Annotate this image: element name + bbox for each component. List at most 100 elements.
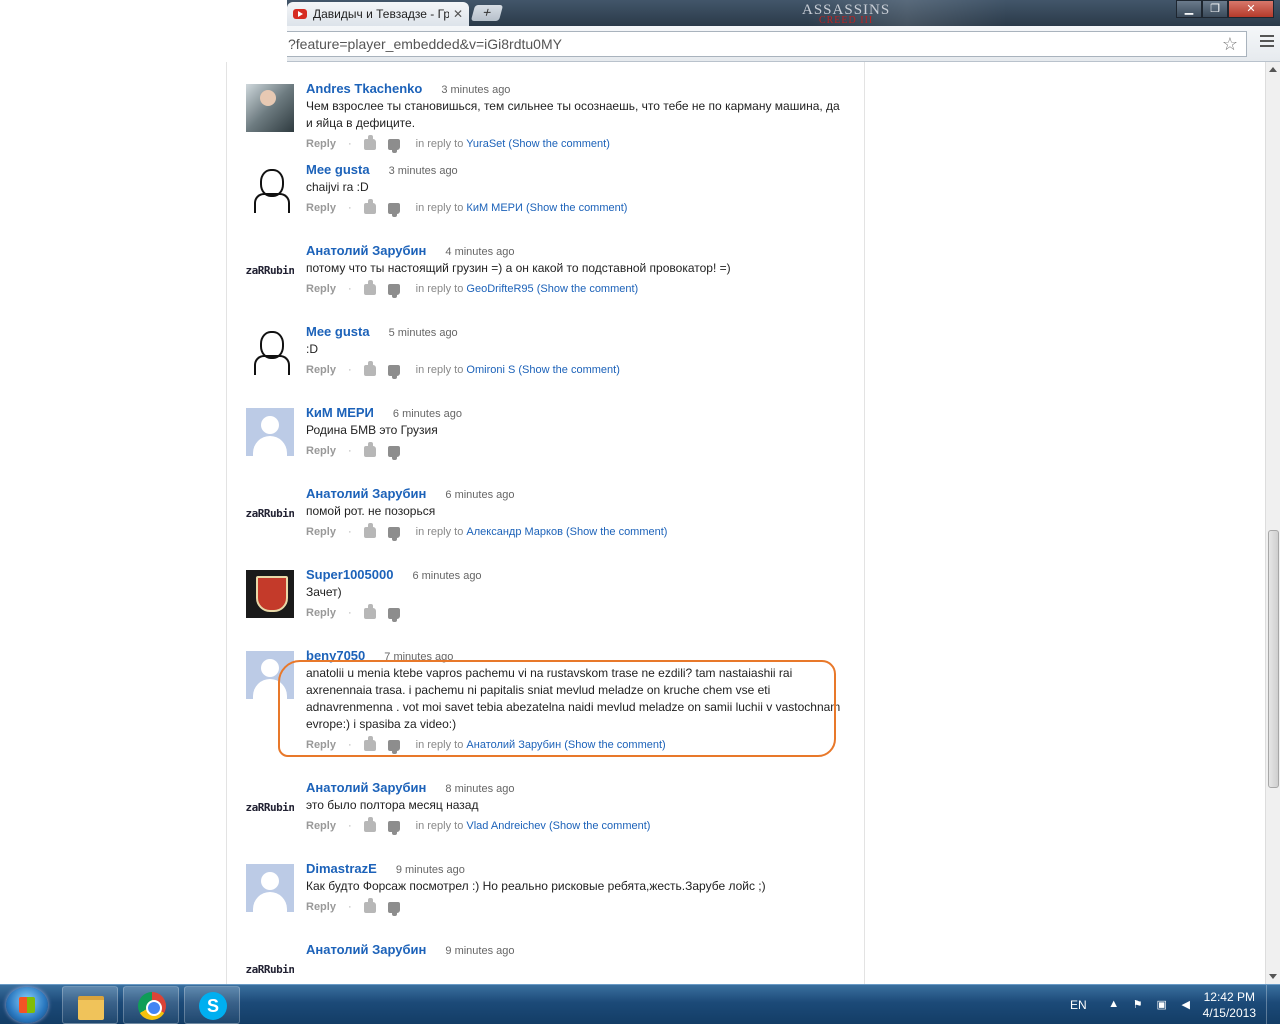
network-icon[interactable]: ▣ (1155, 998, 1169, 1012)
separator-dot: · (347, 526, 352, 538)
thumbs-up-icon[interactable] (363, 360, 376, 376)
thumbs-up-icon[interactable] (363, 134, 376, 150)
comment-author[interactable]: DimastrazE (306, 861, 377, 876)
reply-button[interactable]: Reply (306, 607, 336, 619)
comment-text: помой рот. не позорься (306, 504, 436, 518)
show-comment-link[interactable]: (Show the comment) (549, 820, 650, 832)
comment-author[interactable]: Mee gusta (306, 162, 370, 177)
avatar[interactable]: zaRRubin (246, 246, 294, 294)
avatar[interactable]: zaRRubin (246, 783, 294, 831)
separator-dot: · (347, 820, 352, 832)
address-bar[interactable]: ?feature=player_embedded&v=iGi8rdtu0MY ☆ (287, 31, 1247, 57)
thumbs-down-icon[interactable] (387, 526, 400, 541)
thumbs-up-icon[interactable] (363, 441, 376, 457)
comment-author[interactable]: Super1005000 (306, 567, 393, 582)
thumbs-down-icon[interactable] (387, 820, 400, 835)
close-window-button[interactable]: ✕ (1228, 0, 1274, 18)
comment-body: Анатолий Зарубин 4 minutes ago потому что … (306, 243, 846, 298)
new-tab-button[interactable]: + (470, 4, 504, 21)
separator-dot: · (347, 901, 352, 913)
reply-button[interactable]: Reply (306, 901, 336, 913)
volume-icon[interactable]: ◀ (1179, 998, 1193, 1012)
scrollbar-thumb[interactable] (1268, 530, 1279, 788)
scroll-up-arrow-icon[interactable] (1269, 67, 1277, 72)
avatar[interactable] (246, 165, 294, 213)
avatar[interactable] (246, 570, 294, 618)
comment-time: 3 minutes ago (388, 165, 458, 177)
maximize-button[interactable]: ❐ (1202, 0, 1228, 18)
browser-tab[interactable]: Давидыч и Тевзадзе - Гру ✕ (287, 2, 469, 26)
reply-button[interactable]: Reply (306, 202, 336, 214)
thumbs-down-icon[interactable] (387, 445, 400, 460)
avatar[interactable] (246, 84, 294, 132)
comment-author[interactable]: Mee gusta (306, 324, 370, 339)
reply-button[interactable]: Reply (306, 364, 336, 376)
thumbs-down-icon[interactable] (387, 283, 400, 298)
avatar-text: zaRRubin (246, 506, 294, 520)
in-reply-user-link[interactable]: YuraSet (466, 138, 505, 150)
in-reply-prefix: in reply to (415, 364, 464, 376)
avatar[interactable]: zaRRubin (246, 489, 294, 537)
action-center-flag-icon[interactable]: ⚑ (1131, 998, 1145, 1012)
comment: Mee gusta 3 minutes ago chaijvi ra :D Reply… (246, 162, 846, 243)
taskbar-explorer-icon[interactable] (62, 986, 118, 1024)
bookmark-star-icon[interactable]: ☆ (1222, 32, 1238, 56)
separator-dot: · (347, 202, 352, 214)
clock[interactable]: 12:42 PM 4/15/2013 (1203, 989, 1256, 1021)
reply-button[interactable]: Reply (306, 445, 336, 457)
in-reply-user-link[interactable]: GeoDrifteR95 (466, 283, 533, 295)
comment-body: Mee gusta 5 minutes ago:D Reply · in reply t… (306, 324, 846, 379)
thumbs-up-icon[interactable] (363, 816, 376, 832)
show-comment-link[interactable]: (Show the comment) (518, 364, 619, 376)
in-reply-user-link[interactable]: Omironi S (466, 364, 515, 376)
comment-author[interactable]: Анатолий Зарубин (306, 243, 426, 258)
comment-author[interactable]: Анатолий Зарубин (306, 942, 426, 957)
show-comment-link[interactable]: (Show the comment) (566, 526, 667, 538)
thumbs-up-icon[interactable] (363, 603, 376, 619)
in-reply-user-link[interactable]: Александр Марков (466, 526, 563, 538)
thumbs-down-icon[interactable] (387, 138, 400, 153)
thumbs-up-icon[interactable] (363, 897, 376, 913)
thumbs-down-icon[interactable] (387, 364, 400, 379)
taskbar-skype-icon[interactable] (184, 986, 240, 1024)
comment-time: 6 minutes ago (412, 570, 482, 582)
comment-author[interactable]: КиМ МЕРИ (306, 405, 374, 420)
language-indicator[interactable]: EN (1070, 998, 1087, 1012)
scroll-down-arrow-icon[interactable] (1269, 974, 1277, 979)
avatar[interactable] (246, 864, 294, 912)
comment-author[interactable]: Andres Tkachenko (306, 81, 422, 96)
avatar[interactable]: zaRRubin (246, 945, 294, 984)
comment-author[interactable]: Анатолий Зарубин (306, 780, 426, 795)
start-button[interactable] (6, 987, 48, 1023)
avatar-text: zaRRubin (246, 800, 294, 814)
taskbar-chrome-icon[interactable] (123, 986, 179, 1024)
minimize-button[interactable]: ▁ (1176, 0, 1202, 18)
comment-time: 9 minutes ago (445, 945, 515, 957)
tab-close-icon[interactable]: ✕ (453, 7, 463, 21)
reply-button[interactable]: Reply (306, 526, 336, 538)
thumbs-up-icon[interactable] (363, 198, 376, 214)
thumbs-down-icon[interactable] (387, 202, 400, 217)
in-reply-user-link[interactable]: Vlad Andreichev (466, 820, 546, 832)
thumbs-up-icon[interactable] (363, 522, 376, 538)
show-desktop-button[interactable] (1266, 985, 1280, 1024)
page-scrollbar[interactable] (1265, 62, 1280, 984)
comment-actions: Reply · in reply to YuraSet (Show the comm… (306, 134, 846, 153)
show-comment-link[interactable]: (Show the comment) (508, 138, 609, 150)
comment-actions: Reply · in reply to КиМ МЕРИ (Show the com… (306, 198, 846, 217)
show-hidden-icons-icon[interactable]: ▲ (1107, 998, 1121, 1012)
comment: zaRRubin Анатолий Зарубин 6 minutes ago пом… (246, 486, 846, 567)
reply-button[interactable]: Reply (306, 138, 336, 150)
thumbs-down-icon[interactable] (387, 607, 400, 622)
reply-button[interactable]: Reply (306, 283, 336, 295)
in-reply-user-link[interactable]: КиМ МЕРИ (466, 202, 523, 214)
avatar[interactable] (246, 408, 294, 456)
show-comment-link[interactable]: (Show the comment) (537, 283, 638, 295)
thumbs-up-icon[interactable] (363, 279, 376, 295)
comment-author[interactable]: Анатолий Зарубин (306, 486, 426, 501)
reply-button[interactable]: Reply (306, 820, 336, 832)
thumbs-down-icon[interactable] (387, 901, 400, 916)
avatar[interactable] (246, 327, 294, 375)
show-comment-link[interactable]: (Show the comment) (526, 202, 627, 214)
menu-icon[interactable] (1260, 35, 1274, 50)
